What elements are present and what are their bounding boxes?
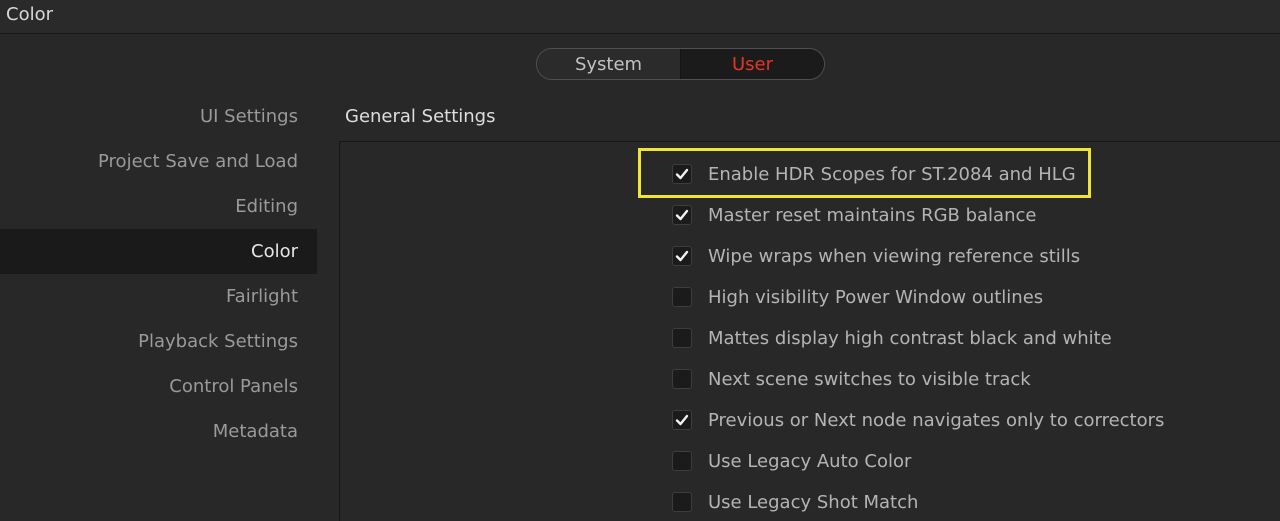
system-user-toggle: System User [536, 48, 825, 80]
preferences-window: Color System User UI Settings Project Sa… [0, 0, 1280, 521]
option-label: Use Legacy Shot Match [708, 491, 919, 513]
option-wipe-wraps[interactable]: Wipe wraps when viewing reference stills [670, 243, 1080, 269]
checkbox[interactable] [672, 328, 692, 348]
system-tab[interactable]: System [537, 49, 681, 79]
sidebar-item-label: Color [251, 241, 298, 262]
option-mattes-high-contrast[interactable]: Mattes display high contrast black and w… [670, 325, 1112, 351]
window-title: Color [6, 4, 53, 25]
option-node-navigates-correctors[interactable]: Previous or Next node navigates only to … [670, 407, 1164, 433]
sidebar-item-color[interactable]: Color [0, 229, 317, 274]
settings-sidebar: UI Settings Project Save and Load Editin… [0, 94, 317, 454]
option-next-scene-visible-track[interactable]: Next scene switches to visible track [670, 366, 1031, 392]
option-label: High visibility Power Window outlines [708, 286, 1044, 308]
title-bar: Color [0, 0, 1280, 34]
sidebar-item-fairlight[interactable]: Fairlight [0, 274, 317, 319]
checkmark-icon [675, 209, 689, 221]
sidebar-item-ui-settings[interactable]: UI Settings [0, 94, 317, 139]
sidebar-item-label: UI Settings [199, 106, 298, 127]
sidebar-item-label: Metadata [212, 421, 298, 442]
option-label: Previous or Next node navigates only to … [708, 409, 1165, 431]
option-label: Wipe wraps when viewing reference stills [708, 245, 1081, 267]
sidebar-item-label: Fairlight [225, 286, 298, 307]
sidebar-item-label: Project Save and Load [98, 151, 298, 172]
option-legacy-shot-match[interactable]: Use Legacy Shot Match [670, 489, 918, 515]
checkbox[interactable] [672, 164, 692, 184]
section-title: General Settings [345, 106, 496, 127]
sidebar-item-project-save-and-load[interactable]: Project Save and Load [0, 139, 317, 184]
sidebar-item-label: Control Panels [169, 376, 298, 397]
checkbox[interactable] [672, 287, 692, 307]
option-enable-hdr-scopes[interactable]: Enable HDR Scopes for ST.2084 and HLG [670, 161, 1076, 187]
checkbox[interactable] [672, 246, 692, 266]
checkbox[interactable] [672, 451, 692, 471]
checkbox[interactable] [672, 369, 692, 389]
checkmark-icon [675, 414, 689, 426]
sidebar-item-metadata[interactable]: Metadata [0, 409, 317, 454]
checkmark-icon [675, 250, 689, 262]
option-label: Use Legacy Auto Color [708, 450, 912, 472]
checkbox[interactable] [672, 410, 692, 430]
sidebar-item-label: Playback Settings [138, 331, 298, 352]
checkmark-icon [675, 168, 689, 180]
sidebar-item-playback-settings[interactable]: Playback Settings [0, 319, 317, 364]
option-label: Next scene switches to visible track [708, 368, 1031, 390]
checkbox[interactable] [672, 492, 692, 512]
option-legacy-auto-color[interactable]: Use Legacy Auto Color [670, 448, 911, 474]
sidebar-item-control-panels[interactable]: Control Panels [0, 364, 317, 409]
sidebar-item-editing[interactable]: Editing [0, 184, 317, 229]
sidebar-item-label: Editing [235, 196, 298, 217]
option-label: Mattes display high contrast black and w… [708, 327, 1112, 349]
checkbox[interactable] [672, 205, 692, 225]
option-label: Enable HDR Scopes for ST.2084 and HLG [708, 163, 1076, 185]
user-tab[interactable]: User [681, 49, 824, 79]
option-master-reset-rgb[interactable]: Master reset maintains RGB balance [670, 202, 1036, 228]
option-label: Master reset maintains RGB balance [708, 204, 1037, 226]
option-high-visibility-power-window[interactable]: High visibility Power Window outlines [670, 284, 1043, 310]
